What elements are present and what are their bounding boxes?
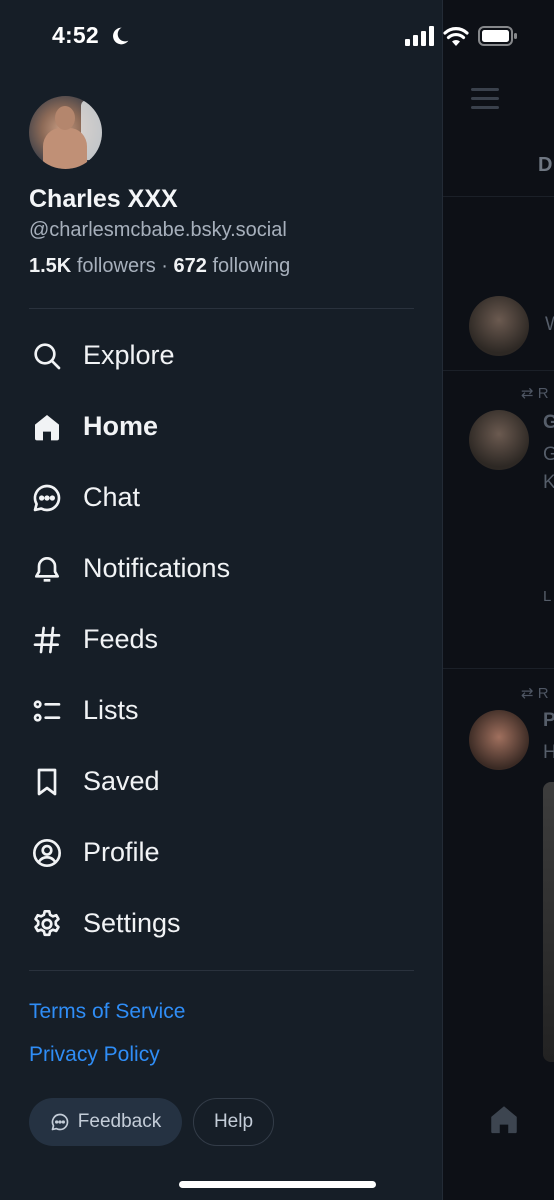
nav-label: Feeds	[83, 624, 159, 654]
post-author-fragment: G	[543, 412, 554, 433]
feedback-label: Feedback	[77, 1111, 162, 1132]
terms-of-service-link[interactable]: Terms of Service	[29, 1000, 185, 1024]
composer-avatar	[469, 296, 529, 356]
bookmark-icon	[29, 764, 65, 800]
avatar[interactable]	[29, 96, 102, 169]
nav-label: Home	[83, 411, 159, 441]
nav-menu: Explore Home Chat Notifications Feeds Li…	[29, 320, 419, 959]
post-text-fragment: H	[543, 742, 554, 763]
wifi-icon	[443, 27, 469, 46]
nav-item-chat[interactable]: Chat	[29, 462, 419, 533]
followers-label[interactable]: followers	[77, 255, 156, 277]
background-feed[interactable]: D W ⇄ R G G K L ⇄ R P H	[443, 0, 554, 1200]
divider	[29, 308, 414, 309]
post-avatar	[469, 410, 529, 470]
nav-label: Notifications	[83, 553, 231, 583]
privacy-policy-link[interactable]: Privacy Policy	[29, 1043, 160, 1067]
feedback-button[interactable]: Feedback	[29, 1098, 182, 1146]
bell-icon	[29, 551, 65, 587]
display-name: Charles XXX	[29, 185, 178, 213]
composer-fragment: W	[545, 314, 554, 335]
followers-count[interactable]: 1.5K	[29, 255, 71, 277]
status-bar: 4:52	[0, 0, 554, 70]
user-circle-icon	[29, 835, 65, 871]
nav-item-feeds[interactable]: Feeds	[29, 604, 419, 675]
nav-item-saved[interactable]: Saved	[29, 746, 419, 817]
nav-item-settings[interactable]: Settings	[29, 888, 419, 959]
following-label[interactable]: following	[212, 255, 290, 277]
stats-separator: ·	[161, 255, 168, 277]
feed-divider	[443, 196, 554, 197]
help-label: Help	[213, 1111, 254, 1132]
status-time: 4:52	[52, 22, 99, 48]
nav-label: Settings	[83, 908, 181, 938]
cellular-signal-icon	[405, 26, 434, 46]
chat-icon	[50, 1112, 70, 1132]
battery-icon	[478, 26, 517, 46]
divider	[29, 970, 414, 971]
feed-divider	[443, 370, 554, 371]
chat-icon	[29, 480, 65, 516]
follow-stats: 1.5K followers · 672 following	[29, 255, 290, 278]
nav-item-notifications[interactable]: Notifications	[29, 533, 419, 604]
gear-icon	[29, 906, 65, 942]
screen: D W ⇄ R G G K L ⇄ R P H Charles XXX @cha…	[0, 0, 554, 1200]
nav-label: Lists	[83, 695, 139, 725]
repost-fragment: ⇄ R	[521, 685, 549, 702]
nav-label: Saved	[83, 766, 160, 796]
post-avatar	[469, 710, 529, 770]
post-author-fragment: P	[543, 710, 554, 731]
following-count[interactable]: 672	[174, 255, 207, 277]
nav-label: Profile	[83, 837, 160, 867]
post-meta-fragment: L	[543, 588, 552, 605]
menu-icon[interactable]	[471, 88, 499, 115]
search-icon	[29, 338, 65, 374]
nav-label: Explore	[83, 340, 175, 370]
repost-fragment: ⇄ R	[521, 385, 549, 402]
nav-label: Chat	[83, 482, 141, 512]
nav-item-lists[interactable]: Lists	[29, 675, 419, 746]
hashtag-icon	[29, 622, 65, 658]
nav-item-home[interactable]: Home	[29, 391, 419, 462]
navigation-drawer: Charles XXX @charlesmcbabe.bsky.social 1…	[0, 0, 443, 1200]
feed-tab-fragment: D	[538, 154, 553, 176]
home-icon	[29, 409, 65, 445]
feed-divider	[443, 668, 554, 669]
nav-item-profile[interactable]: Profile	[29, 817, 419, 888]
list-icon	[29, 693, 65, 729]
nav-item-explore[interactable]: Explore	[29, 320, 419, 391]
moon-icon	[113, 27, 129, 45]
home-icon[interactable]	[487, 1102, 521, 1136]
post-text-fragment: G	[543, 444, 554, 465]
profile-handle: @charlesmcbabe.bsky.social	[29, 219, 287, 241]
post-image	[543, 782, 554, 1062]
post-text-fragment: K	[543, 472, 554, 493]
help-button[interactable]: Help	[193, 1098, 274, 1146]
home-indicator[interactable]	[179, 1181, 376, 1188]
